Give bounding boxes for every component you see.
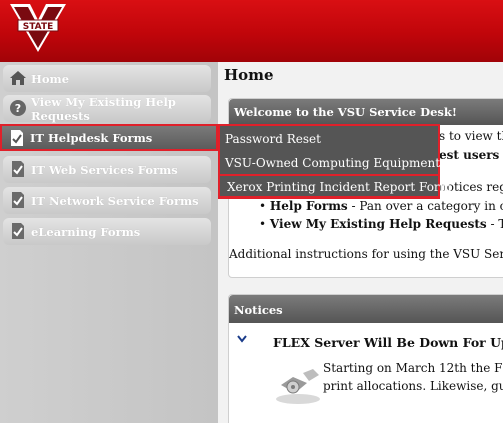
notices-panel: Notices FLEX Server Will Be Down For Upg… [228,294,503,423]
sidebar-item-it-network-service-forms[interactable]: IT Network Service Forms [3,187,211,214]
welcome-panel-header: Welcome to the VSU Service Desk! [229,99,503,125]
bullet-bold: View My Existing Help Requests [269,217,487,231]
menu-item-password-reset[interactable]: Password Reset [220,128,438,152]
top-header: STATE [0,0,503,62]
bullet-text: - This [490,217,503,231]
sidebar-item-elearning-forms[interactable]: eLearning Forms [3,218,211,245]
list-item: • View My Existing Help Requests - This [259,217,503,231]
sidebar: Home ? View My Existing Help Requests IT… [0,62,218,423]
notice-text: print allocations. Likewise, guest g [323,379,503,393]
welcome-text-line: est users t [439,148,503,162]
form-icon [12,223,24,239]
vsu-state-logo[interactable]: STATE [8,2,68,54]
sidebar-item-label: IT Web Services Forms [31,162,178,177]
notice-title[interactable]: FLEX Server Will Be Down For Upgra [273,335,503,350]
notice-text: Starting on March 12th the FLEX [323,361,503,375]
welcome-text-line: s to view th [439,129,503,143]
sidebar-item-label: IT Helpdesk Forms [30,130,153,145]
main-content: Home Welcome to the VSU Service Desk! s … [218,62,503,423]
notices-panel-header: Notices [229,295,503,323]
menu-item-xerox-printing-incident-report[interactable]: Xerox Printing Incident Report Form [218,174,451,198]
menu-item-vsu-owned-computing-equipment[interactable]: VSU-Owned Computing Equipment [220,152,440,176]
page-title: Home [224,66,274,84]
help-icon: ? [10,100,26,116]
form-icon [11,130,23,146]
notice-item: FLEX Server Will Be Down For Upgra Start… [229,323,503,423]
list-item: • Help Forms - Pan over a category in or… [259,199,503,213]
svg-text:?: ? [15,102,21,115]
sidebar-item-it-helpdesk-forms[interactable]: IT Helpdesk Forms [0,124,218,151]
sidebar-item-it-web-services-forms[interactable]: IT Web Services Forms [3,156,211,183]
bullet-bold: Help Forms [269,199,348,213]
sidebar-item-label: IT Network Service Forms [31,193,199,208]
form-icon [12,161,24,177]
it-helpdesk-forms-menu: Password Reset VSU-Owned Computing Equip… [218,124,451,199]
sidebar-item-label: eLearning Forms [31,224,141,239]
form-icon [12,192,24,208]
sidebar-item-home[interactable]: Home [3,65,211,92]
home-icon [10,71,26,85]
sidebar-item-label: View My Existing Help Requests [31,94,176,123]
chevron-down-icon[interactable] [237,335,247,343]
server-upgrade-icon [276,369,320,404]
svg-text:STATE: STATE [23,22,53,32]
sidebar-item-label: Home [31,71,70,86]
bullet-text: - Pan over a category in ord [351,199,503,213]
welcome-footer-text: Additional instructions for using the VS… [229,247,503,261]
sidebar-item-view-requests[interactable]: ? View My Existing Help Requests [3,94,211,123]
